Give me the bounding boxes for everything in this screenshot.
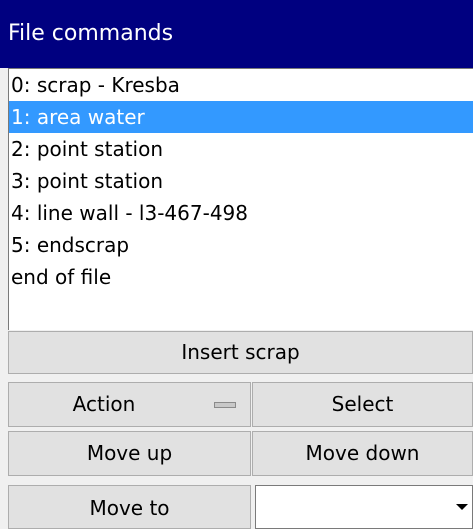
select-button[interactable]: Select	[252, 382, 473, 427]
move-up-label: Move up	[86, 441, 173, 465]
command-list[interactable]: 0: scrap - Kresba 1: area water 2: point…	[8, 68, 473, 330]
file-commands-panel: File commands 0: scrap - Kresba 1: area …	[0, 0, 473, 529]
action-label: Action	[72, 392, 136, 416]
select-label: Select	[331, 392, 394, 416]
list-item[interactable]: 5: endscrap	[9, 229, 473, 261]
list-item[interactable]: 2: point station	[9, 133, 473, 165]
list-item[interactable]: end of file	[9, 261, 473, 293]
list-item-selected[interactable]: 1: area water	[9, 101, 473, 133]
chevron-down-icon[interactable]	[456, 504, 468, 510]
panel-title: File commands	[0, 0, 473, 68]
move-up-button[interactable]: Move up	[8, 431, 251, 476]
insert-scrap-button[interactable]: Insert scrap	[8, 331, 473, 374]
insert-scrap-label: Insert scrap	[181, 340, 300, 364]
action-button[interactable]: Action	[8, 382, 251, 427]
action-menu-handle-icon	[214, 402, 236, 408]
list-item[interactable]: 4: line wall - l3-467-498	[9, 197, 473, 229]
list-item[interactable]: 0: scrap - Kresba	[9, 69, 473, 101]
list-item[interactable]: 3: point station	[9, 165, 473, 197]
move-down-button[interactable]: Move down	[252, 431, 473, 476]
move-down-label: Move down	[305, 441, 420, 465]
move-to-dropdown[interactable]	[255, 485, 473, 529]
move-to-button[interactable]: Move to	[8, 485, 251, 529]
move-to-label: Move to	[89, 496, 170, 520]
